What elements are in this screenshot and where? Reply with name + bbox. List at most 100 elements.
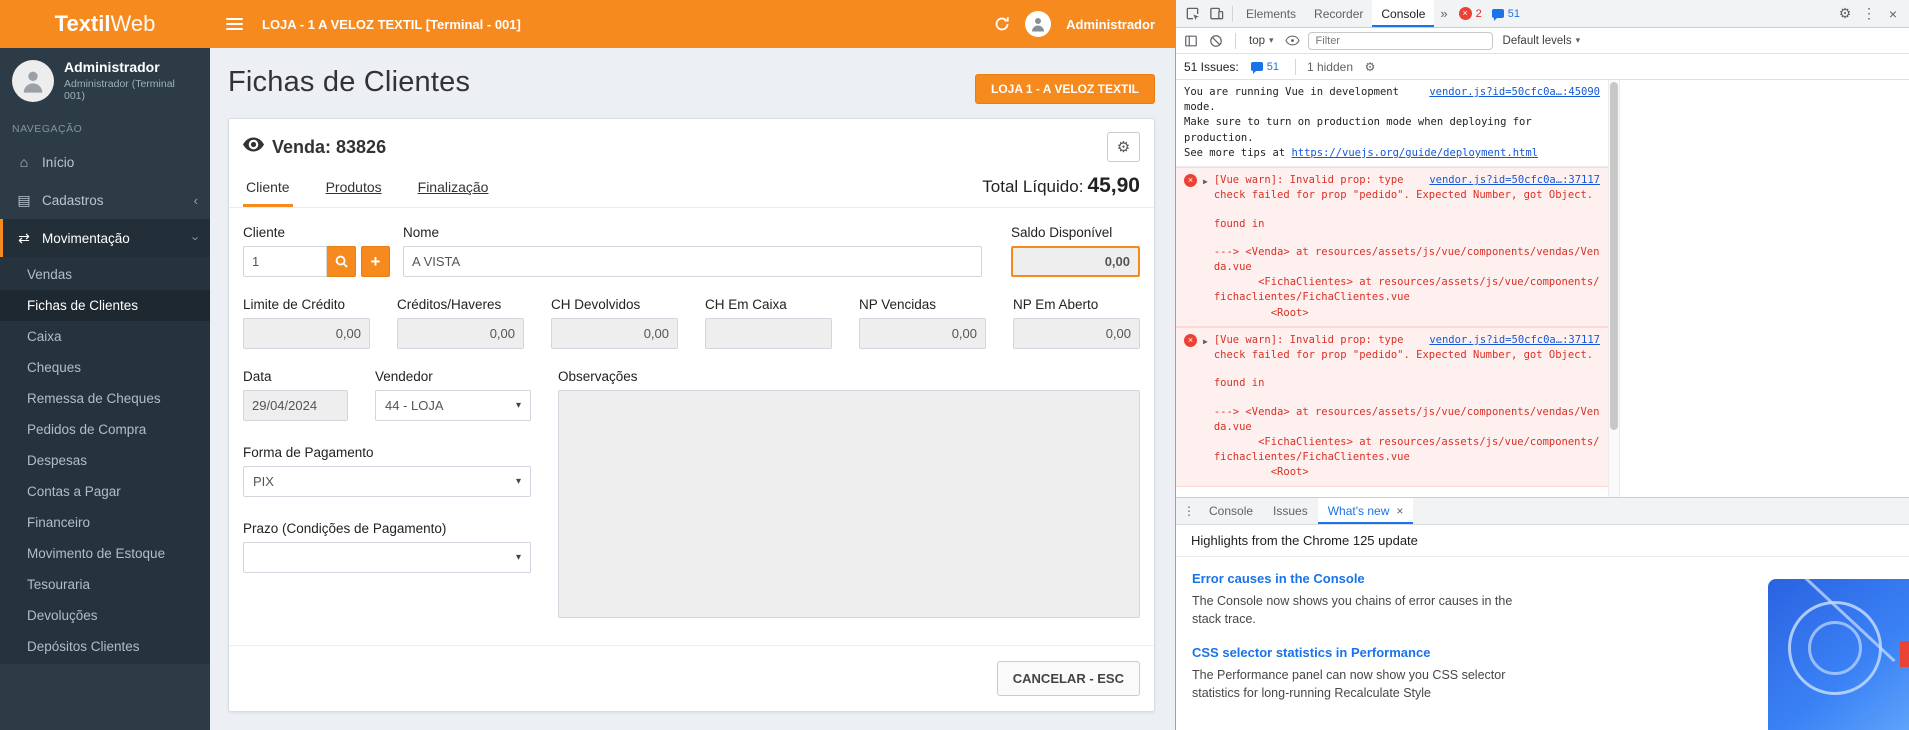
inspect-icon[interactable] (1180, 2, 1204, 26)
drawer-tab-issues[interactable]: Issues (1263, 498, 1318, 524)
context-selector[interactable]: top▾ (1245, 35, 1278, 47)
expand-triangle-icon[interactable]: ▶ (1203, 176, 1208, 188)
topbar-right: Administrador (994, 11, 1175, 37)
devtools-tab-console[interactable]: Console (1372, 0, 1434, 27)
error-icon: × (1459, 7, 1472, 20)
topbar-username[interactable]: Administrador (1066, 17, 1155, 32)
topbar-avatar[interactable] (1025, 11, 1051, 37)
caret-down-icon: ▾ (516, 552, 521, 563)
forma-pagamento-select[interactable]: PIX ▾ (243, 466, 531, 497)
venda-title: Venda: 83826 (272, 137, 386, 158)
console-sidebar-icon[interactable] (1181, 31, 1201, 51)
add-cliente-button[interactable]: + (361, 246, 390, 277)
clear-console-icon[interactable] (1206, 31, 1226, 51)
sidebar-item-devolucoes[interactable]: Devoluções (0, 600, 210, 631)
console-prompt-row[interactable]: › (1176, 487, 1608, 497)
plus-icon: + (371, 252, 381, 272)
sidebar-item-financeiro[interactable]: Financeiro (0, 507, 210, 538)
hidden-messages-count[interactable]: 1 hidden (1307, 60, 1353, 74)
sidebar-item-cheques[interactable]: Cheques (0, 352, 210, 383)
sidebar-item-vendas[interactable]: Vendas (0, 259, 210, 290)
eye-icon (243, 137, 264, 157)
forma-pagamento-value: PIX (253, 474, 274, 489)
sidebar-item-depositos-clientes[interactable]: Depósitos Clientes (0, 631, 210, 662)
prazo-select[interactable]: ▾ (243, 542, 531, 573)
log-levels-select[interactable]: Default levels▾ (1498, 35, 1586, 47)
issues-settings-icon[interactable]: ⚙ (1360, 57, 1380, 77)
sidebar-item-remessa-de-cheques[interactable]: Remessa de Cheques (0, 383, 210, 414)
cancel-button[interactable]: CANCELAR - ESC (997, 661, 1140, 696)
limite-label: Limite de Crédito (243, 297, 370, 312)
vendedor-select[interactable]: 44 - LOJA ▾ (375, 390, 531, 421)
np-vencidas-input[interactable] (859, 318, 986, 349)
app-logo[interactable]: TextilWeb (0, 0, 210, 48)
drawer-tab-console[interactable]: Console (1199, 498, 1263, 524)
devtools-close-icon[interactable]: × (1881, 2, 1905, 26)
sidebar-item-despesas[interactable]: Despesas (0, 445, 210, 476)
nome-input[interactable] (403, 246, 982, 277)
venda-card: Venda: 83826 ⚙ Cliente Produtos Finaliza… (228, 118, 1155, 712)
ch-devolvidos-input[interactable] (551, 318, 678, 349)
creditos-haveres-input[interactable] (397, 318, 524, 349)
console-info-message[interactable]: vendor.js?id=50cfc0a…:45090 You are runn… (1176, 80, 1608, 167)
tab-produtos[interactable]: Produtos (323, 168, 385, 207)
devtools-kebab-icon[interactable]: ⋮ (1857, 2, 1881, 26)
ch-devolvidos-label: CH Devolvidos (551, 297, 678, 312)
error-count-badge[interactable]: ×2 (1454, 7, 1487, 20)
search-button[interactable] (327, 246, 356, 277)
limite-credito-input[interactable] (243, 318, 370, 349)
sidebar-item-contas-a-pagar[interactable]: Contas a Pagar (0, 476, 210, 507)
expand-triangle-icon[interactable]: ▶ (1203, 336, 1208, 348)
log-levels-value: Default levels (1503, 35, 1572, 47)
source-link[interactable]: vendor.js?id=50cfc0a…:37117 (1429, 173, 1600, 188)
sidebar-item-tesouraria[interactable]: Tesouraria (0, 569, 210, 600)
saldo-disponivel-input[interactable] (1011, 246, 1140, 277)
vuejs-deployment-link[interactable]: https://vuejs.org/guide/deployment.html (1291, 147, 1538, 159)
issues-bar: 51 Issues: 51 1 hidden ⚙ (1176, 54, 1909, 80)
console-scrollbar[interactable] (1608, 80, 1620, 497)
console-prompt-chevron: › (1184, 494, 1192, 497)
store-button[interactable]: LOJA 1 - A VELOZ TEXTIL (975, 74, 1155, 104)
sidebar-item-caixa[interactable]: Caixa (0, 321, 210, 352)
sidebar-item-movimento-de-estoque[interactable]: Movimento de Estoque (0, 538, 210, 569)
live-expression-eye-icon[interactable] (1283, 31, 1303, 51)
message-count-badge[interactable]: 51 (1487, 8, 1525, 20)
close-tab-icon[interactable]: × (1396, 504, 1403, 518)
more-tabs-icon[interactable]: » (1434, 6, 1453, 21)
nav-section-label: NAVEGAÇÃO (0, 113, 210, 143)
console-filter-input[interactable] (1308, 32, 1493, 50)
drawer-kebab-icon[interactable]: ⋮ (1179, 501, 1199, 521)
tab-finalizacao[interactable]: Finalização (415, 168, 492, 207)
sidebar-item-movimentacao[interactable]: ⇄ Movimentação › (0, 219, 210, 257)
cliente-input[interactable] (243, 246, 327, 277)
devtools-tab-recorder[interactable]: Recorder (1305, 0, 1372, 27)
sidebar-item-pedidos-de-compra[interactable]: Pedidos de Compra (0, 414, 210, 445)
source-link[interactable]: vendor.js?id=50cfc0a…:37117 (1429, 333, 1600, 348)
issues-badge[interactable]: 51 (1246, 61, 1284, 73)
prazo-label: Prazo (Condições de Pagamento) (243, 521, 531, 536)
device-toolbar-icon[interactable] (1204, 2, 1228, 26)
sidebar: TextilWeb Administrador Administrador (T… (0, 0, 210, 730)
devtools-tab-elements[interactable]: Elements (1237, 0, 1305, 27)
source-link[interactable]: vendor.js?id=50cfc0a…:45090 (1429, 85, 1600, 100)
sidebar-item-cadastros[interactable]: ▤ Cadastros ‹ (0, 181, 210, 219)
console-error-message[interactable]: × ▶ vendor.js?id=50cfc0a…:37117 [Vue war… (1176, 167, 1608, 327)
observacoes-label: Observações (558, 369, 1140, 384)
sidebar-item-fichas-de-clientes[interactable]: Fichas de Clientes (0, 290, 210, 321)
console-error-message[interactable]: × ▶ vendor.js?id=50cfc0a…:37117 [Vue war… (1176, 327, 1608, 487)
hamburger-menu-icon[interactable] (210, 0, 258, 48)
devtools-settings-icon[interactable]: ⚙ (1833, 2, 1857, 26)
refresh-icon[interactable] (994, 16, 1010, 32)
error-count: 2 (1476, 8, 1482, 20)
data-input[interactable] (243, 390, 348, 421)
tab-cliente[interactable]: Cliente (243, 168, 293, 207)
sidebar-item-inicio[interactable]: ⌂ Início (0, 143, 210, 181)
whats-new-tab-label: What's new (1328, 504, 1390, 518)
ch-em-caixa-input[interactable] (705, 318, 832, 349)
chevron-left-icon: ‹ (194, 193, 198, 208)
np-em-aberto-input[interactable] (1013, 318, 1140, 349)
observacoes-textarea[interactable] (558, 390, 1140, 618)
drawer-tab-whats-new[interactable]: What's new × (1318, 498, 1414, 524)
scrollbar-thumb[interactable] (1610, 82, 1618, 430)
card-settings-button[interactable]: ⚙ (1107, 132, 1140, 162)
